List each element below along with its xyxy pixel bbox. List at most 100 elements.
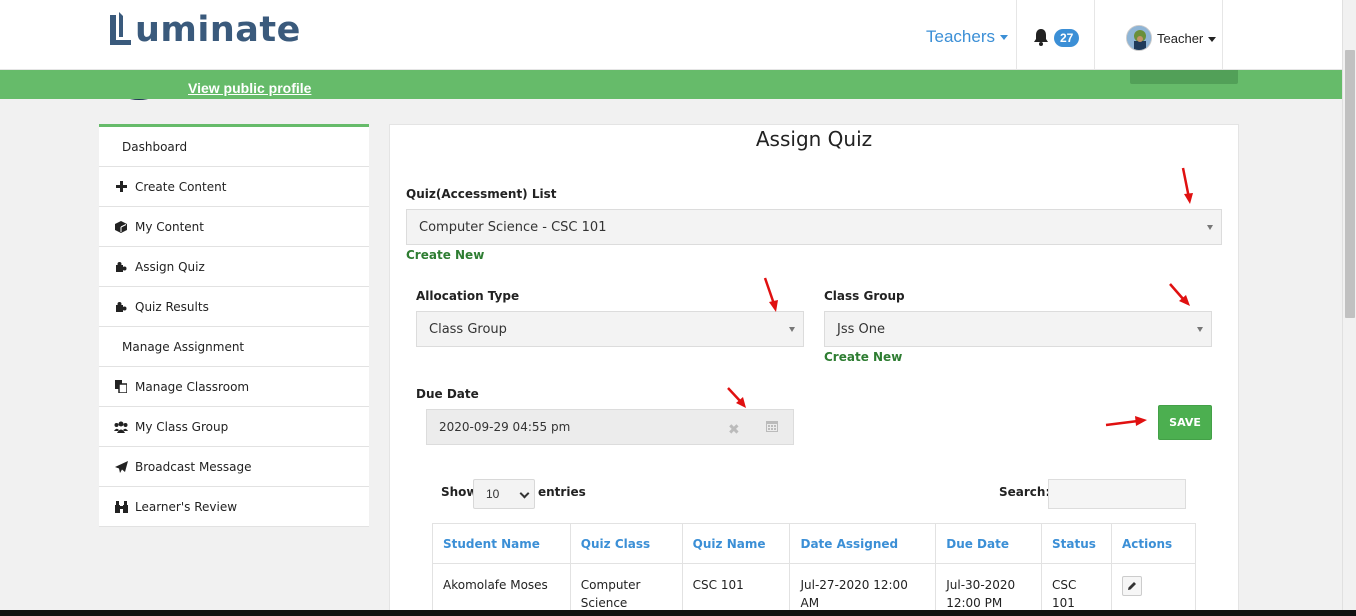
sidebar-item-quiz-results[interactable]: Quiz Results	[99, 287, 369, 327]
column-header-actions: Actions	[1111, 523, 1196, 564]
sidebar-item-label: Dashboard	[122, 139, 188, 154]
paper-plane-icon	[113, 460, 129, 474]
sidebar-item-label: Manage Assignment	[122, 339, 245, 354]
sidebar-item-label: Create Content	[135, 179, 227, 194]
quiz-list-value: Computer Science - CSC 101	[419, 219, 607, 235]
top-navbar: uminate Teachers 27 Teacher	[0, 0, 1342, 70]
allocation-type-label: Allocation Type	[416, 289, 520, 303]
class-group-label: Class Group	[824, 289, 905, 303]
entries-value: 10	[486, 487, 500, 501]
teachers-menu-label: Teachers	[926, 27, 995, 46]
luminate-logo[interactable]: uminate	[107, 8, 301, 52]
role-tag	[1130, 70, 1238, 84]
create-new-group-link[interactable]: Create New	[824, 350, 902, 364]
sidebar-item-label: Learner's Review	[135, 499, 238, 514]
allocation-type-value: Class Group	[429, 321, 507, 337]
annotation-arrow	[1169, 283, 1190, 306]
clear-icon[interactable]: ✖	[728, 421, 740, 438]
binoculars-icon	[113, 500, 129, 514]
sidebar-item-assign-quiz[interactable]: Assign Quiz	[99, 247, 369, 287]
cell-quiz-class: Computer Science	[569, 563, 683, 616]
dropdown-arrow-icon	[1197, 327, 1203, 332]
caret-down-icon	[999, 35, 1008, 41]
notification-badge[interactable]: 27	[1054, 29, 1080, 47]
cube-icon	[113, 220, 129, 234]
sidebar-item-manage-assignment[interactable]: Manage Assignment	[99, 327, 369, 367]
sidebar-item-dashboard[interactable]: Dashboard	[99, 127, 369, 167]
due-date-label: Due Date	[416, 387, 479, 401]
edit-button[interactable]	[1122, 576, 1142, 596]
scrollbar-thumb[interactable]	[1345, 50, 1355, 318]
table-row: Akomolafe Moses Computer Science CSC 101…	[432, 563, 1196, 616]
pencil-icon	[1128, 582, 1136, 590]
view-public-profile-link[interactable]: View public profile	[188, 80, 311, 96]
due-date-value: 2020-09-29 04:55 pm	[439, 420, 571, 434]
dropdown-arrow-icon	[789, 327, 795, 332]
annotation-arrow	[1181, 167, 1193, 204]
user-avatar[interactable]	[1126, 25, 1152, 51]
dropdown-arrow-icon	[1207, 225, 1213, 230]
entries-per-page-select[interactable]: 10	[473, 479, 535, 509]
sidebar-item-my-class-group[interactable]: My Class Group	[99, 407, 369, 447]
annotation-arrow	[727, 387, 746, 408]
table-header-row: Student Name Quiz Class Quiz Name Date A…	[432, 523, 1196, 564]
annotation-arrow	[1105, 416, 1147, 427]
sidebar-item-label: My Content	[135, 219, 204, 234]
user-menu-label: Teacher	[1157, 31, 1204, 46]
sidebar-item-label: Assign Quiz	[135, 259, 205, 274]
sidebar-item-create-content[interactable]: Create Content	[99, 167, 369, 207]
vertical-scrollbar[interactable]	[1342, 0, 1356, 616]
sidebar-item-learners-review[interactable]: Learner's Review	[99, 487, 369, 527]
logo-text: uminate	[135, 10, 301, 50]
quiz-list-select[interactable]: Computer Science - CSC 101	[406, 209, 1222, 245]
sidebar-item-label: Manage Classroom	[135, 379, 250, 394]
assign-quiz-panel: Assign Quiz Quiz(Accessment) List Comput…	[389, 124, 1239, 616]
assignments-table: Student Name Quiz Class Quiz Name Date A…	[432, 523, 1196, 616]
column-header-student-name[interactable]: Student Name	[432, 523, 571, 564]
search-label: Search:	[999, 485, 1051, 499]
plus-icon	[113, 180, 129, 194]
sidebar-item-label: Broadcast Message	[135, 459, 252, 474]
quiz-list-label: Quiz(Accessment) List	[406, 187, 557, 201]
cell-status: CSC 101	[1041, 563, 1112, 616]
sidebar-item-my-content[interactable]: My Content	[99, 207, 369, 247]
nav-divider	[1094, 0, 1095, 70]
nav-divider	[1016, 0, 1017, 70]
create-new-quiz-link[interactable]: Create New	[406, 248, 484, 262]
sidebar-item-broadcast-message[interactable]: Broadcast Message	[99, 447, 369, 487]
allocation-type-select[interactable]: Class Group	[416, 311, 804, 347]
puzzle-icon	[113, 260, 129, 274]
users-icon	[113, 420, 129, 434]
calendar-icon[interactable]	[766, 420, 778, 432]
column-header-quiz-class[interactable]: Quiz Class	[569, 523, 683, 564]
class-group-value: Jss One	[837, 321, 885, 337]
column-header-date-assigned[interactable]: Date Assigned	[789, 523, 937, 564]
sidebar-item-label: My Class Group	[135, 419, 229, 434]
cell-student-name: Akomolafe Moses	[432, 563, 571, 616]
column-header-status[interactable]: Status	[1041, 523, 1112, 564]
column-header-due-date[interactable]: Due Date	[935, 523, 1043, 564]
bottom-edge	[0, 610, 1356, 616]
sidebar-item-manage-classroom[interactable]: Manage Classroom	[99, 367, 369, 407]
class-group-select[interactable]: Jss One	[824, 311, 1212, 347]
teachers-menu[interactable]: Teachers	[926, 27, 1008, 47]
cell-actions	[1111, 563, 1196, 616]
page-title: Assign Quiz	[755, 127, 873, 151]
logo-mark-icon	[110, 12, 131, 45]
column-header-quiz-name[interactable]: Quiz Name	[681, 523, 791, 564]
cell-date-assigned: Jul-27-2020 12:00 AM	[789, 563, 937, 616]
sidebar-item-label: Quiz Results	[135, 299, 209, 314]
cell-due-date: Jul-30-2020 12:00 PM	[935, 563, 1043, 616]
caret-down-icon	[1208, 37, 1217, 43]
entries-label: entries	[538, 485, 586, 499]
nav-divider	[1222, 0, 1223, 70]
puzzle-icon	[113, 300, 129, 314]
save-button[interactable]: SAVE	[1158, 405, 1212, 440]
cell-quiz-name: CSC 101	[681, 563, 791, 616]
copy-icon	[113, 380, 129, 394]
sidebar: Dashboard Create Content My Content Assi…	[99, 124, 369, 527]
bell-icon[interactable]	[1032, 28, 1050, 46]
chevron-down-icon	[519, 488, 530, 499]
user-menu[interactable]: Teacher	[1157, 31, 1217, 46]
search-input[interactable]	[1048, 479, 1186, 509]
